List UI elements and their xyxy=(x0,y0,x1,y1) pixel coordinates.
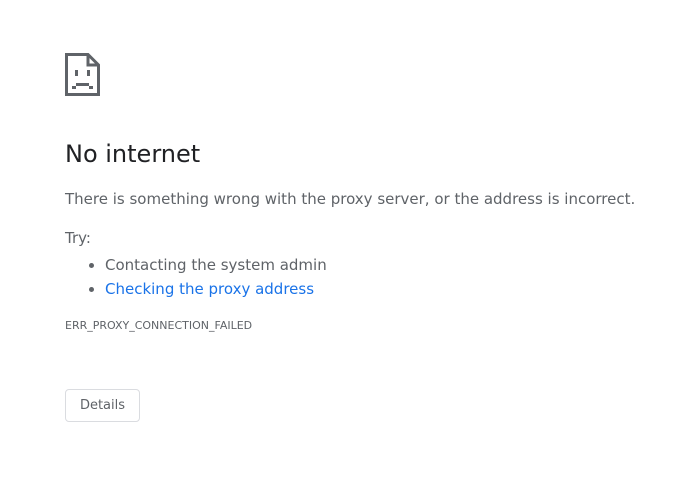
suggestion-check-proxy: Checking the proxy address xyxy=(105,277,327,301)
error-title: No internet xyxy=(65,140,201,168)
details-button[interactable]: Details xyxy=(65,389,140,422)
error-code: ERR_PROXY_CONNECTION_FAILED xyxy=(65,319,253,332)
try-label: Try: xyxy=(65,229,91,247)
check-proxy-link[interactable]: Checking the proxy address xyxy=(105,280,314,298)
sad-page-icon xyxy=(65,53,100,96)
suggestions-list: Contacting the system admin Checking the… xyxy=(65,253,327,301)
suggestion-contact-admin: Contacting the system admin xyxy=(105,253,327,277)
error-message: There is something wrong with the proxy … xyxy=(65,190,636,208)
error-page: No internet There is something wrong wit… xyxy=(0,0,684,486)
